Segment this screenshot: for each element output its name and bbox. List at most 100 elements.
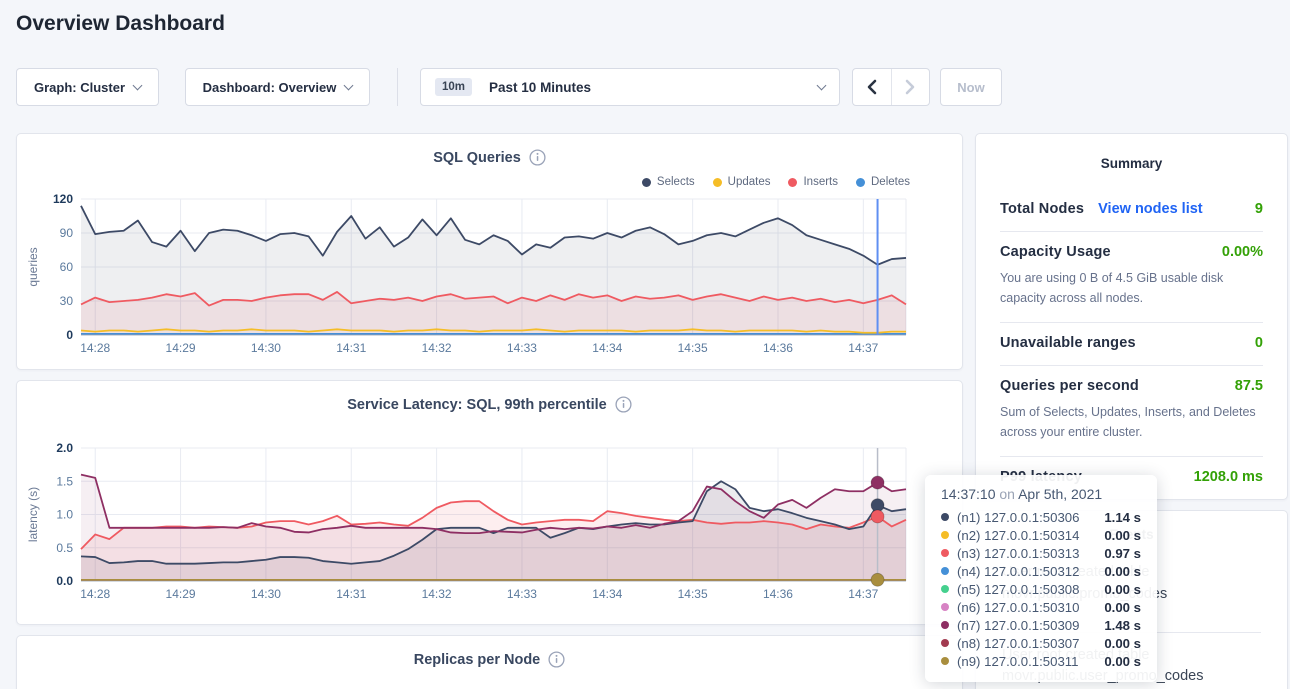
y-axis-tick: 0.5: [56, 541, 73, 555]
node-color-dot: [941, 585, 949, 593]
x-axis-tick: 14:29: [166, 341, 196, 355]
info-icon[interactable]: [548, 651, 565, 668]
hover-dot: [871, 476, 884, 489]
tooltip-node-latency: 0.00 s: [1104, 564, 1141, 579]
x-axis-tick: 14:30: [251, 341, 281, 355]
x-axis-tick: 14:32: [422, 587, 452, 601]
x-axis-tick: 14:34: [592, 587, 622, 601]
stat-value: 0.00%: [1222, 244, 1263, 260]
y-axis-tick: 1.0: [56, 508, 73, 522]
chevron-right-icon: [903, 79, 917, 95]
time-prev-button[interactable]: [853, 69, 892, 105]
tooltip-timestamp: 14:37:10 on Apr 5th, 2021: [941, 486, 1141, 502]
y-axis-label: latency (s): [26, 487, 40, 542]
replicas-per-node-chart-panel: Replicas per Node: [16, 635, 963, 689]
chart-title: Replicas per Node: [414, 652, 541, 668]
tooltip-row: (n2) 127.0.0.1:503140.00 s: [941, 526, 1141, 544]
time-range-selector[interactable]: 10m Past 10 Minutes: [420, 68, 840, 106]
stat-capacity-usage: Capacity Usage 0.00% You are using 0 B o…: [1000, 231, 1263, 322]
x-axis-tick: 14:31: [336, 341, 366, 355]
view-nodes-list-link[interactable]: View nodes list: [1098, 201, 1203, 217]
page-title: Overview Dashboard: [16, 12, 225, 36]
tooltip-node-latency: 0.00 s: [1104, 582, 1141, 597]
x-axis-tick: 14:35: [678, 341, 708, 355]
service-latency-chart-panel: Service Latency: SQL, 99th percentile 0.…: [16, 380, 963, 625]
stat-unavailable-ranges: Unavailable ranges 0: [1000, 322, 1263, 365]
node-color-dot: [941, 639, 949, 647]
tooltip-node-latency: 0.00 s: [1104, 600, 1141, 615]
stat-subtext: Sum of Selects, Updates, Inserts, and De…: [1000, 402, 1263, 442]
x-axis-tick: 14:33: [507, 341, 537, 355]
hover-dot: [871, 510, 884, 523]
y-axis-tick: 30: [60, 294, 74, 308]
time-nav-group: [852, 68, 930, 106]
chevron-left-icon: [865, 79, 879, 95]
tooltip-node-latency: 0.00 s: [1104, 654, 1141, 669]
tooltip-row: (n7) 127.0.0.1:503091.48 s: [941, 616, 1141, 634]
stat-label: Unavailable ranges: [1000, 335, 1136, 351]
sql-queries-chart-panel: SQL Queries SelectsUpdatesInsertsDeletes…: [16, 133, 963, 370]
chart-hover-tooltip: 14:37:10 on Apr 5th, 2021 (n1) 127.0.0.1…: [925, 475, 1157, 682]
chevron-down-icon: [344, 80, 354, 90]
x-axis-tick: 14:32: [422, 341, 452, 355]
summary-title: Summary: [1000, 156, 1263, 171]
chevron-down-icon: [133, 80, 143, 90]
overview-dashboard-page: Overview Dashboard Graph: Cluster Dashbo…: [0, 0, 1290, 689]
tooltip-row: (n4) 127.0.0.1:503120.00 s: [941, 562, 1141, 580]
graph-dropdown[interactable]: Graph: Cluster: [16, 68, 159, 106]
tooltip-node-address: (n8) 127.0.0.1:50307: [957, 636, 1104, 651]
stat-value: 0: [1255, 335, 1263, 351]
service-latency-chart[interactable]: 0.00.51.01.52.014:2814:2914:3014:3114:32…: [17, 381, 964, 626]
now-button[interactable]: Now: [940, 68, 1002, 106]
dashboard-dropdown[interactable]: Dashboard: Overview: [185, 68, 370, 106]
node-color-dot: [941, 621, 949, 629]
tooltip-node-address: (n1) 127.0.0.1:50306: [957, 510, 1104, 525]
tooltip-node-latency: 0.00 s: [1104, 528, 1141, 543]
tooltip-row: (n1) 127.0.0.1:503061.14 s: [941, 508, 1141, 526]
chart-title-row: Replicas per Node: [17, 651, 962, 668]
sql-queries-chart[interactable]: 0 30 60 90 120 14:28 14:29 14:30 14:31 14:32 14:33…: [17, 134, 964, 371]
x-axis-tick: 14:35: [678, 587, 708, 601]
x-axis-tick: 14:30: [251, 587, 281, 601]
tooltip-node-latency: 1.48 s: [1104, 618, 1141, 633]
chevron-down-icon: [817, 80, 827, 90]
stat-label: Capacity Usage: [1000, 244, 1111, 260]
graph-dropdown-label: Graph: Cluster: [34, 80, 125, 95]
x-axis-tick: 14:37: [848, 587, 878, 601]
y-axis-tick: 90: [60, 226, 74, 240]
stat-label: Total Nodes: [1000, 201, 1084, 217]
stat-label: Queries per second: [1000, 378, 1139, 394]
x-axis-tick: 14:28: [80, 587, 110, 601]
tooltip-node-address: (n5) 127.0.0.1:50308: [957, 582, 1104, 597]
tooltip-node-address: (n3) 127.0.0.1:50313: [957, 546, 1104, 561]
x-axis-tick: 14:31: [336, 587, 366, 601]
y-axis-label: queries: [26, 247, 40, 286]
node-color-dot: [941, 513, 949, 521]
tooltip-row: (n6) 127.0.0.1:503100.00 s: [941, 598, 1141, 616]
node-color-dot: [941, 603, 949, 611]
time-range-label: Past 10 Minutes: [489, 80, 591, 95]
x-axis-tick: 14:36: [763, 341, 793, 355]
tooltip-node-latency: 0.97 s: [1104, 546, 1141, 561]
y-axis-tick: 1.5: [56, 474, 73, 488]
tooltip-node-address: (n2) 127.0.0.1:50314: [957, 528, 1104, 543]
node-color-dot: [941, 567, 949, 575]
tooltip-row: (n5) 127.0.0.1:503080.00 s: [941, 580, 1141, 598]
stat-value: 87.5: [1235, 378, 1263, 394]
x-axis-tick: 14:37: [848, 341, 878, 355]
y-axis-tick: 0: [66, 328, 73, 342]
y-axis-tick: 60: [60, 260, 74, 274]
tooltip-node-address: (n9) 127.0.0.1:50311: [957, 654, 1104, 669]
x-axis-tick: 14:28: [80, 341, 110, 355]
node-color-dot: [941, 549, 949, 557]
x-axis-tick: 14:29: [166, 587, 196, 601]
x-axis-tick: 14:33: [507, 587, 537, 601]
summary-panel: Summary Total Nodes View nodes list 9 Ca…: [975, 133, 1288, 500]
y-axis-tick: 120: [53, 192, 73, 206]
tooltip-node-latency: 0.00 s: [1104, 636, 1141, 651]
x-axis-tick: 14:36: [763, 587, 793, 601]
stat-subtext: You are using 0 B of 4.5 GiB usable disk…: [1000, 268, 1263, 308]
tooltip-node-latency: 1.14 s: [1104, 510, 1141, 525]
time-next-button[interactable]: [892, 69, 930, 105]
stat-total-nodes: Total Nodes View nodes list 9: [1000, 189, 1263, 231]
